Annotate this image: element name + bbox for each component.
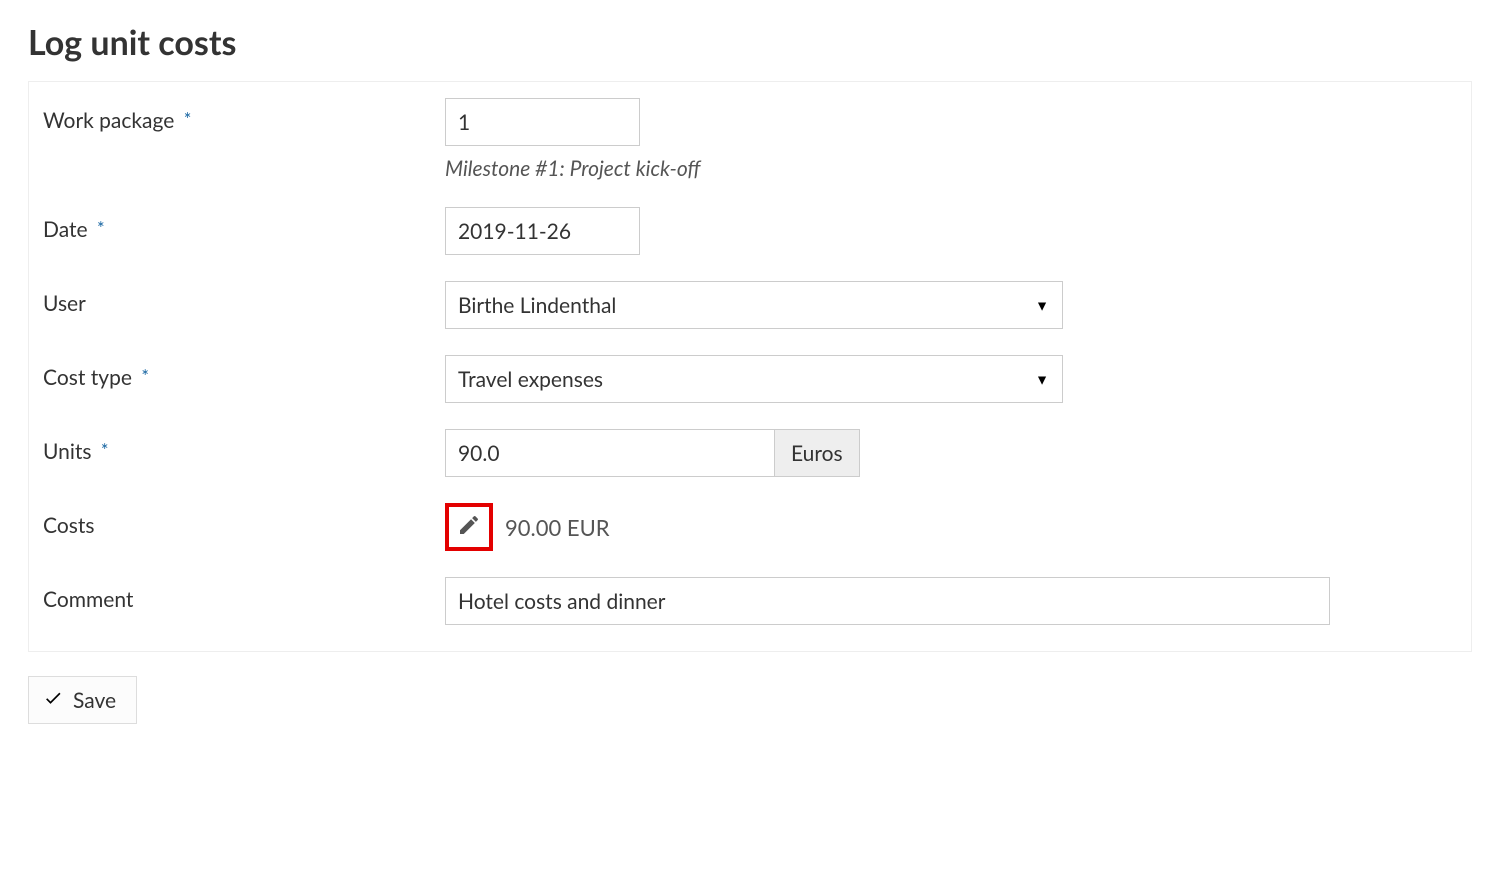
user-select-value: Birthe Lindenthal: [445, 281, 1063, 329]
work-package-helper: Milestone #1: Project kick-off: [445, 156, 1457, 181]
units-suffix: Euros: [775, 429, 860, 477]
edit-costs-button[interactable]: [445, 503, 493, 551]
cost-type-select-value: Travel expenses: [445, 355, 1063, 403]
save-button[interactable]: Save: [28, 676, 137, 724]
label-text: Costs: [43, 513, 94, 538]
row-date: Date *: [43, 207, 1457, 255]
row-cost-type: Cost type * Travel expenses ▼: [43, 355, 1457, 403]
cost-type-select[interactable]: Travel expenses ▼: [445, 355, 1063, 403]
save-button-label: Save: [73, 688, 116, 713]
row-units: Units * Euros: [43, 429, 1457, 477]
units-input[interactable]: [445, 429, 775, 477]
row-comment: Comment: [43, 577, 1457, 625]
label-text: Work package: [43, 108, 174, 133]
units-label: Units *: [43, 429, 445, 464]
page-title: Log unit costs: [28, 22, 1472, 63]
required-mark: *: [184, 108, 192, 130]
required-mark: *: [101, 439, 109, 461]
work-package-input[interactable]: [445, 98, 640, 146]
label-text: Date: [43, 217, 88, 242]
row-work-package: Work package * Milestone #1: Project kic…: [43, 98, 1457, 181]
label-text: Units: [43, 439, 92, 464]
row-user: User Birthe Lindenthal ▼: [43, 281, 1457, 329]
costs-label: Costs: [43, 503, 445, 538]
label-text: Comment: [43, 587, 133, 612]
log-costs-form: Work package * Milestone #1: Project kic…: [28, 81, 1472, 652]
check-icon: [43, 688, 63, 713]
cost-type-label: Cost type *: [43, 355, 445, 390]
work-package-label: Work package *: [43, 98, 445, 133]
date-label: Date *: [43, 207, 445, 242]
user-select[interactable]: Birthe Lindenthal ▼: [445, 281, 1063, 329]
costs-value: 90.00 EUR: [505, 514, 610, 541]
comment-input[interactable]: [445, 577, 1330, 625]
pencil-icon: [457, 513, 481, 541]
user-label: User: [43, 281, 445, 316]
comment-label: Comment: [43, 577, 445, 612]
required-mark: *: [141, 365, 149, 387]
label-text: Cost type: [43, 365, 132, 390]
label-text: User: [43, 291, 86, 316]
required-mark: *: [97, 217, 105, 239]
date-input[interactable]: [445, 207, 640, 255]
row-costs: Costs 90.00 EUR: [43, 503, 1457, 551]
